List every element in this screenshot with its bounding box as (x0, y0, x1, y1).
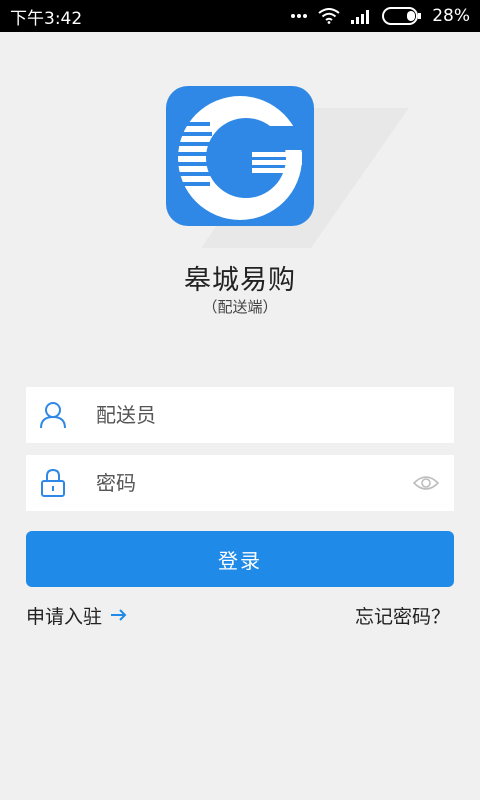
battery-percent: 28% (432, 6, 470, 26)
password-input[interactable] (94, 462, 406, 504)
signal-icon (350, 8, 372, 24)
more-dots-icon (290, 13, 308, 19)
eye-icon[interactable] (406, 455, 446, 511)
wifi-icon (318, 8, 340, 24)
app-subtitle: （配送端） (202, 298, 278, 316)
lock-icon (26, 455, 80, 511)
user-icon (26, 387, 80, 443)
forgot-password-link[interactable]: 忘记密码？ (355, 602, 450, 629)
login-button[interactable]: 登录 (26, 531, 454, 587)
apply-label: 申请入驻 (26, 606, 103, 628)
battery-icon (382, 7, 422, 25)
password-field[interactable] (26, 455, 454, 511)
status-icons: 28% (290, 6, 470, 26)
arrow-right-icon (110, 605, 128, 627)
app-name: 皋城易购 (184, 265, 296, 296)
status-time: 下午3:42 (10, 8, 83, 29)
apply-link[interactable]: 申请入驻 (26, 602, 128, 629)
username-field[interactable] (26, 387, 454, 443)
username-input[interactable] (94, 394, 454, 436)
status-bar: 下午3:42 28% (0, 0, 480, 32)
app-logo-icon (166, 86, 314, 226)
